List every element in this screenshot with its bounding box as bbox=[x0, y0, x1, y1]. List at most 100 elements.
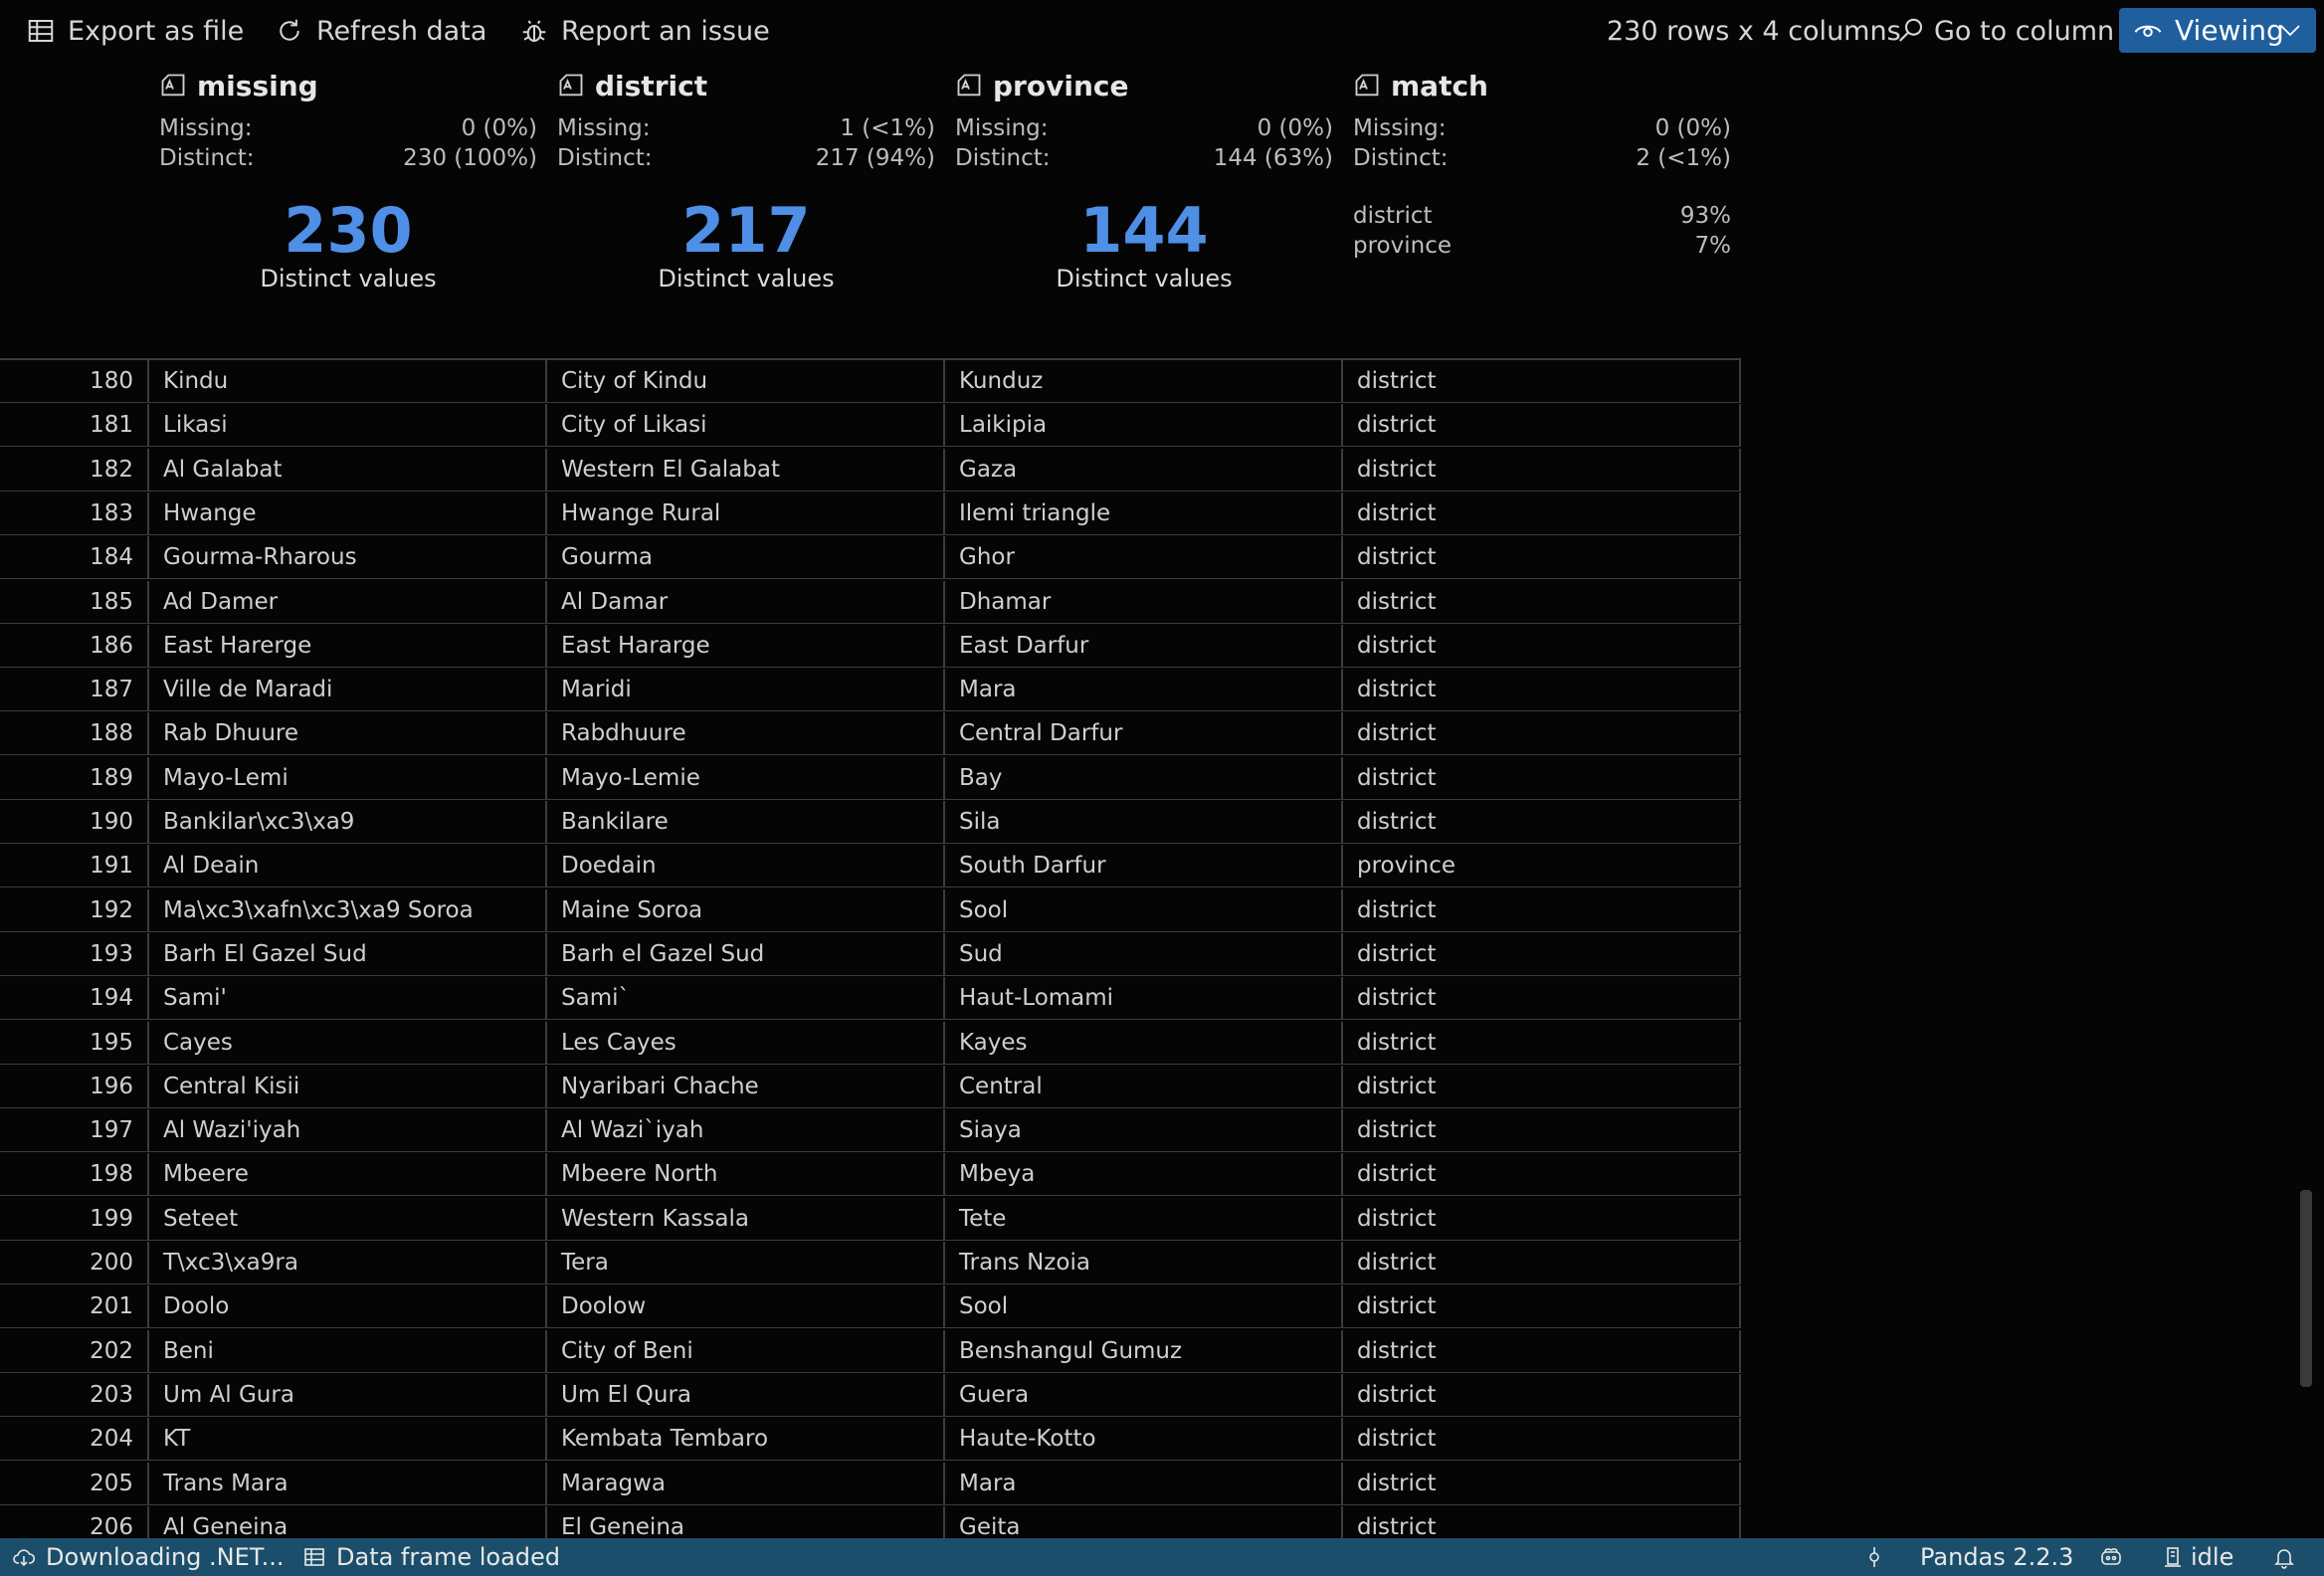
notifications-button[interactable] bbox=[2272, 1538, 2296, 1576]
district-cell[interactable]: Tera bbox=[547, 1242, 945, 1284]
missing-cell[interactable]: Doolo bbox=[149, 1285, 547, 1329]
missing-cell[interactable]: Cayes bbox=[149, 1021, 547, 1065]
match-cell[interactable]: district bbox=[1343, 888, 1741, 932]
missing-cell[interactable]: T\xc3\xa9ra bbox=[149, 1242, 547, 1284]
district-cell[interactable]: East Hararge bbox=[547, 624, 945, 668]
match-cell[interactable]: district bbox=[1343, 1197, 1741, 1241]
missing-cell[interactable]: Likasi bbox=[149, 404, 547, 448]
missing-cell[interactable]: East Harerge bbox=[149, 624, 547, 668]
vertical-scrollbar[interactable] bbox=[2300, 1190, 2312, 1387]
district-cell[interactable]: Western El Galabat bbox=[547, 448, 945, 492]
province-cell[interactable]: Kunduz bbox=[945, 360, 1343, 403]
district-cell[interactable]: Western Kassala bbox=[547, 1197, 945, 1241]
province-cell[interactable]: Guera bbox=[945, 1373, 1343, 1417]
district-cell[interactable]: Al Wazi`iyah bbox=[547, 1109, 945, 1153]
table-row[interactable]: 197 Al Wazi'iyah Al Wazi`iyah Siaya district bbox=[0, 1109, 1741, 1153]
province-cell[interactable]: Trans Nzoia bbox=[945, 1242, 1343, 1284]
match-cell[interactable]: district bbox=[1343, 492, 1741, 535]
match-cell[interactable]: district bbox=[1343, 1418, 1741, 1462]
province-cell[interactable]: Kayes bbox=[945, 1021, 1343, 1065]
table-row[interactable]: 203 Um Al Gura Um El Qura Guera district bbox=[0, 1373, 1741, 1418]
match-cell[interactable]: district bbox=[1343, 404, 1741, 448]
province-cell[interactable]: Mara bbox=[945, 1462, 1343, 1505]
row-index-cell[interactable]: 193 bbox=[0, 932, 149, 976]
match-cell[interactable]: district bbox=[1343, 801, 1741, 844]
table-row[interactable]: 185 Ad Damer Al Damar Dhamar district bbox=[0, 580, 1741, 625]
match-cell[interactable]: district bbox=[1343, 1021, 1741, 1065]
province-cell[interactable]: Dhamar bbox=[945, 580, 1343, 624]
missing-cell[interactable]: Seteet bbox=[149, 1197, 547, 1241]
district-cell[interactable]: Sami` bbox=[547, 977, 945, 1021]
district-cell[interactable]: Hwange Rural bbox=[547, 492, 945, 535]
province-cell[interactable]: Central Darfur bbox=[945, 712, 1343, 756]
province-cell[interactable]: Ilemi triangle bbox=[945, 492, 1343, 535]
row-index-cell[interactable]: 196 bbox=[0, 1065, 149, 1108]
missing-cell[interactable]: Mayo-Lemi bbox=[149, 756, 547, 800]
match-cell[interactable]: district bbox=[1343, 536, 1741, 580]
province-cell[interactable]: Sool bbox=[945, 1285, 1343, 1329]
match-cell[interactable]: district bbox=[1343, 1242, 1741, 1284]
column-header-missing[interactable]: missing bbox=[159, 66, 318, 105]
missing-cell[interactable]: KT bbox=[149, 1418, 547, 1462]
missing-cell[interactable]: Barh El Gazel Sud bbox=[149, 932, 547, 976]
district-cell[interactable]: Mbeere North bbox=[547, 1153, 945, 1197]
row-index-cell[interactable]: 190 bbox=[0, 801, 149, 844]
missing-cell[interactable]: Rab Dhuure bbox=[149, 712, 547, 756]
refresh-button[interactable]: Refresh data bbox=[275, 10, 486, 52]
commit-icon-button[interactable] bbox=[1862, 1538, 1886, 1576]
district-cell[interactable]: Maragwa bbox=[547, 1462, 945, 1505]
missing-cell[interactable]: Central Kisii bbox=[149, 1065, 547, 1108]
row-index-cell[interactable]: 183 bbox=[0, 492, 149, 535]
province-cell[interactable]: Siaya bbox=[945, 1109, 1343, 1153]
viewing-dropdown[interactable]: Viewing bbox=[2119, 8, 2316, 53]
report-issue-button[interactable]: Report an issue bbox=[519, 10, 770, 52]
district-cell[interactable]: Rabdhuure bbox=[547, 712, 945, 756]
table-row[interactable]: 204 KT Kembata Tembaro Haute-Kotto district bbox=[0, 1418, 1741, 1462]
province-cell[interactable]: Benshangul Gumuz bbox=[945, 1329, 1343, 1373]
table-row[interactable]: 190 Bankilar\xc3\xa9 Bankilare Sila district bbox=[0, 801, 1741, 845]
row-index-cell[interactable]: 192 bbox=[0, 888, 149, 932]
column-header-match[interactable]: match bbox=[1353, 66, 1488, 105]
province-cell[interactable]: Tete bbox=[945, 1197, 1343, 1241]
province-cell[interactable]: Laikipia bbox=[945, 404, 1343, 448]
district-cell[interactable]: Mayo-Lemie bbox=[547, 756, 945, 800]
table-row[interactable]: 192 Ma\xc3\xafn\xc3\xa9 Soroa Maine Soroa S… bbox=[0, 888, 1741, 933]
row-index-cell[interactable]: 191 bbox=[0, 845, 149, 888]
row-index-cell[interactable]: 187 bbox=[0, 669, 149, 712]
row-index-cell[interactable]: 186 bbox=[0, 624, 149, 668]
table-row[interactable]: 184 Gourma-Rharous Gourma Ghor district bbox=[0, 536, 1741, 580]
table-row[interactable]: 188 Rab Dhuure Rabdhuure Central Darfur dist… bbox=[0, 712, 1741, 756]
province-cell[interactable]: Ghor bbox=[945, 536, 1343, 580]
district-cell[interactable]: Nyaribari Chache bbox=[547, 1065, 945, 1108]
province-cell[interactable]: Sool bbox=[945, 888, 1343, 932]
match-cell[interactable]: district bbox=[1343, 1065, 1741, 1108]
province-cell[interactable]: Gaza bbox=[945, 448, 1343, 492]
table-row[interactable]: 199 Seteet Western Kassala Tete district bbox=[0, 1197, 1741, 1242]
match-cell[interactable]: district bbox=[1343, 756, 1741, 800]
missing-cell[interactable]: Um Al Gura bbox=[149, 1373, 547, 1417]
district-cell[interactable]: Les Cayes bbox=[547, 1021, 945, 1065]
row-index-cell[interactable]: 181 bbox=[0, 404, 149, 448]
match-cell[interactable]: district bbox=[1343, 624, 1741, 668]
match-cell[interactable]: district bbox=[1343, 712, 1741, 756]
row-index-cell[interactable]: 199 bbox=[0, 1197, 149, 1241]
table-row[interactable]: 200 T\xc3\xa9ra Tera Trans Nzoia district bbox=[0, 1242, 1741, 1285]
table-row[interactable]: 187 Ville de Maradi Maridi Mara district bbox=[0, 669, 1741, 712]
match-cell[interactable]: district bbox=[1343, 360, 1741, 403]
missing-cell[interactable]: Hwange bbox=[149, 492, 547, 535]
district-cell[interactable]: Um El Qura bbox=[547, 1373, 945, 1417]
row-index-cell[interactable]: 182 bbox=[0, 448, 149, 492]
district-cell[interactable]: Doolow bbox=[547, 1285, 945, 1329]
table-row[interactable]: 182 Al Galabat Western El Galabat Gaza distr… bbox=[0, 448, 1741, 492]
province-cell[interactable]: Geita bbox=[945, 1505, 1343, 1540]
row-index-cell[interactable]: 205 bbox=[0, 1462, 149, 1505]
pandas-version[interactable]: Pandas 2.2.3 bbox=[1920, 1538, 2073, 1576]
row-index-cell[interactable]: 204 bbox=[0, 1418, 149, 1462]
row-index-cell[interactable]: 180 bbox=[0, 360, 149, 403]
table-row[interactable]: 193 Barh El Gazel Sud Barh el Gazel Sud Sud… bbox=[0, 932, 1741, 977]
column-header-district[interactable]: district bbox=[557, 66, 707, 105]
row-index-cell[interactable]: 188 bbox=[0, 712, 149, 756]
go-to-column-button[interactable]: Go to column bbox=[1896, 10, 2114, 52]
downloading-status[interactable]: Downloading .NET... bbox=[12, 1538, 284, 1576]
district-cell[interactable]: Al Damar bbox=[547, 580, 945, 624]
